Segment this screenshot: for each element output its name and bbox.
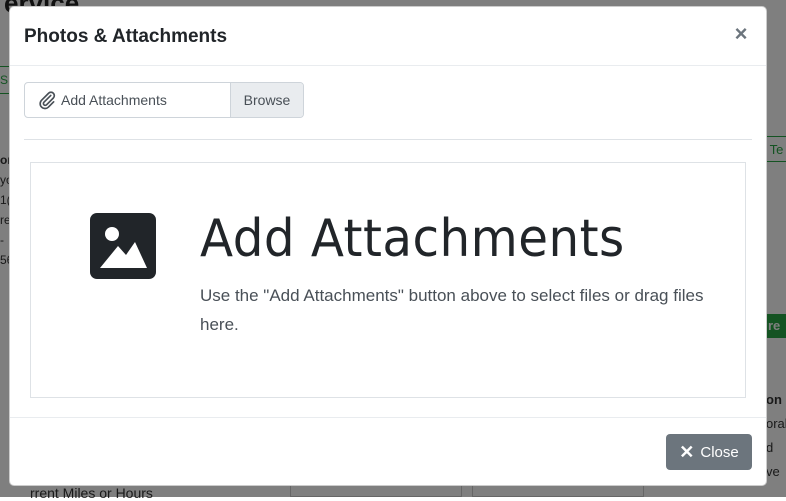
file-input-label[interactable]: Add Attachments bbox=[25, 83, 230, 117]
browse-button[interactable]: Browse bbox=[230, 83, 303, 117]
modal-header: Photos & Attachments × bbox=[10, 7, 766, 66]
dropzone-heading: Add Attachments bbox=[200, 209, 625, 269]
file-dropzone[interactable]: Add Attachments Use the "Add Attachments… bbox=[30, 162, 746, 398]
attachments-modal: Photos & Attachments × Add Attachments B… bbox=[9, 6, 767, 486]
file-input-text: Add Attachments bbox=[61, 92, 167, 108]
paperclip-icon bbox=[39, 91, 56, 110]
close-icon[interactable]: × bbox=[730, 23, 752, 45]
close-button-label: Close bbox=[700, 443, 739, 461]
modal-title: Photos & Attachments bbox=[24, 26, 228, 47]
modal-body: Add Attachments Browse Add Attachments U… bbox=[10, 66, 766, 417]
close-button[interactable]: ✕ Close bbox=[666, 434, 752, 470]
image-icon bbox=[90, 213, 156, 279]
close-x-icon: ✕ bbox=[679, 441, 695, 462]
attachment-file-input[interactable]: Add Attachments Browse bbox=[24, 82, 304, 118]
dropzone-instructions: Use the "Add Attachments" button above t… bbox=[200, 286, 704, 334]
modal-footer: ✕ Close bbox=[10, 417, 766, 485]
divider bbox=[24, 139, 752, 140]
